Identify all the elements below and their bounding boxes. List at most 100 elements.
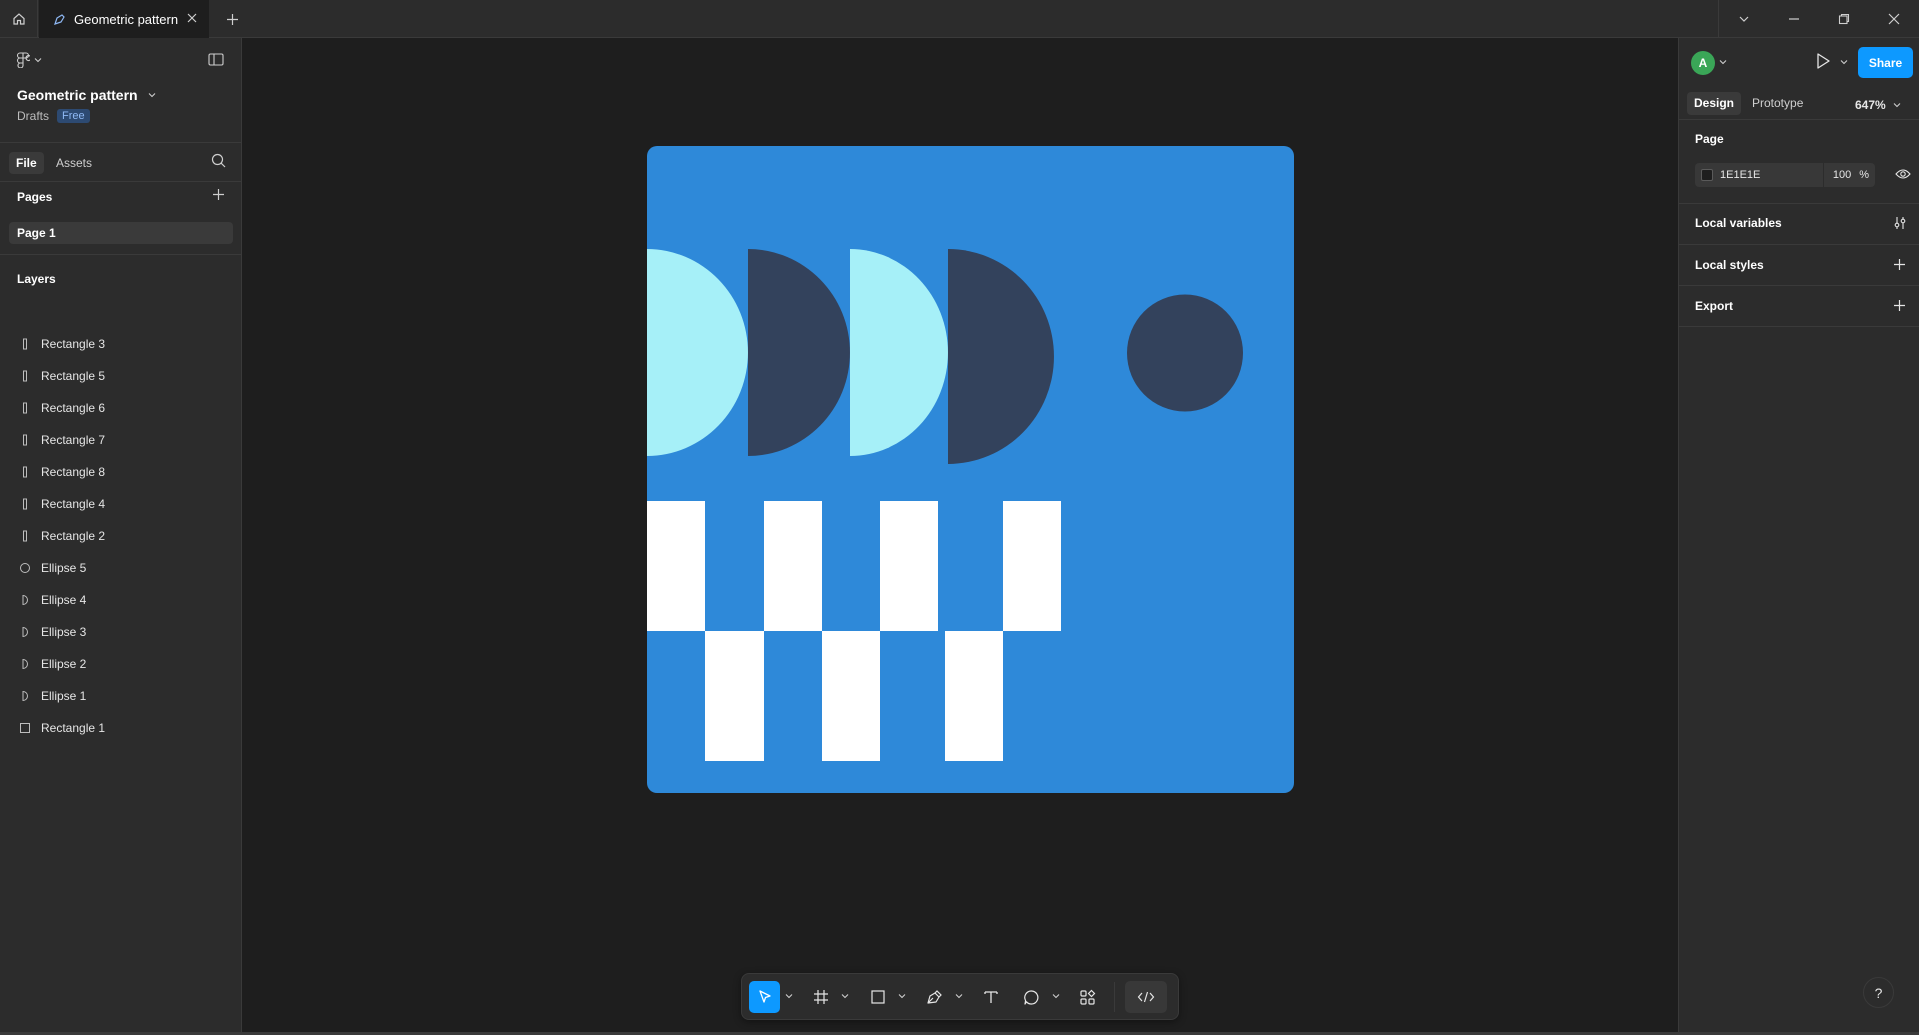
ellipse-5[interactable] <box>1127 294 1243 412</box>
plan-badge[interactable]: Free <box>57 109 90 123</box>
rectangle-6[interactable] <box>705 631 764 761</box>
rectangle-8[interactable] <box>945 631 1003 761</box>
chevron-down-icon[interactable] <box>955 992 963 1000</box>
sliders-icon <box>1894 217 1906 229</box>
pen-tool[interactable] <box>920 981 948 1013</box>
search-button[interactable] <box>211 153 226 171</box>
actions-tool[interactable] <box>1073 981 1101 1013</box>
layer-item[interactable]: Rectangle 5 <box>0 362 241 390</box>
layer-item[interactable]: Rectangle 3 <box>0 330 241 358</box>
right-tabs: Design Prototype 647% <box>1679 86 1919 120</box>
rectangle-5[interactable] <box>1003 501 1061 631</box>
rectangle-thin-icon <box>19 370 31 382</box>
text-t-icon <box>984 991 998 1003</box>
plus-icon <box>1894 259 1905 270</box>
minimize-button[interactable] <box>1769 0 1819 38</box>
restore-icon <box>1838 13 1850 25</box>
rectangle-thin-icon <box>19 402 31 414</box>
add-page-button[interactable] <box>212 188 225 204</box>
pen-nib-icon <box>926 990 942 1004</box>
chevron-down-icon[interactable] <box>785 992 793 1000</box>
rectangle-thin-icon <box>19 434 31 446</box>
chevron-down-icon[interactable] <box>898 992 906 1000</box>
layer-name: Rectangle 4 <box>41 497 106 511</box>
tabs-dropdown-button[interactable] <box>1719 0 1769 38</box>
rectangle-4[interactable] <box>880 501 938 631</box>
page-section-heading: Page <box>1695 132 1724 146</box>
pen-tool-icon <box>54 13 65 25</box>
avatar[interactable]: A <box>1691 51 1715 75</box>
cursor-arrow-icon <box>758 990 771 1003</box>
half-ellipse-icon <box>19 626 31 638</box>
layer-item[interactable]: Rectangle 6 <box>0 394 241 422</box>
ellipse-icon <box>19 562 31 574</box>
tab-assets[interactable]: Assets <box>49 152 99 174</box>
shape-tool[interactable] <box>864 981 892 1013</box>
comment-tool[interactable] <box>1017 981 1045 1013</box>
layer-item[interactable]: Rectangle 1 <box>0 714 241 742</box>
layer-item[interactable]: Ellipse 5 <box>0 554 241 582</box>
layer-item[interactable]: Rectangle 2 <box>0 522 241 550</box>
tab-file[interactable]: File <box>9 152 44 174</box>
layer-item[interactable]: Rectangle 7 <box>0 426 241 454</box>
opacity-value: 100 <box>1832 169 1852 181</box>
half-ellipse-icon <box>19 658 31 670</box>
zoom-level: 647% <box>1855 98 1886 112</box>
add-export-button[interactable] <box>1893 299 1906 315</box>
left-sidebar: Geometric pattern Drafts Free File Asset… <box>0 38 242 1032</box>
artboard-rectangle-1[interactable] <box>647 146 1294 793</box>
layer-item[interactable]: Ellipse 3 <box>0 618 241 646</box>
file-tab[interactable]: Geometric pattern <box>39 0 209 38</box>
add-local-style-button[interactable] <box>1893 258 1906 274</box>
background-color-field[interactable]: 1E1E1E <box>1695 163 1823 187</box>
layer-name: Ellipse 4 <box>41 593 87 607</box>
chevron-down-icon <box>34 58 42 63</box>
layer-item[interactable]: Ellipse 2 <box>0 650 241 678</box>
chevron-down-icon[interactable] <box>1052 992 1060 1000</box>
file-name-menu[interactable]: Geometric pattern <box>17 87 156 103</box>
plus-icon <box>226 13 238 25</box>
chevron-down-icon[interactable] <box>841 992 849 1000</box>
tab-title: Geometric pattern <box>74 11 179 27</box>
close-window-button[interactable] <box>1869 0 1919 38</box>
figma-logo-icon <box>16 52 30 68</box>
toggle-visibility-button[interactable] <box>1895 168 1911 183</box>
zoom-menu[interactable]: 647% <box>1855 98 1901 112</box>
help-button[interactable]: ? <box>1863 977 1894 1008</box>
present-button[interactable] <box>1815 52 1831 73</box>
layer-item[interactable]: Ellipse 1 <box>0 682 241 710</box>
dev-mode-toggle[interactable] <box>1125 981 1167 1013</box>
move-tool[interactable] <box>749 981 780 1013</box>
divider <box>1679 326 1919 327</box>
layer-item[interactable]: Rectangle 8 <box>0 458 241 486</box>
share-button[interactable]: Share <box>1858 47 1913 78</box>
export-heading: Export <box>1695 299 1734 313</box>
local-variables-button[interactable] <box>1893 216 1907 233</box>
layer-item[interactable]: Ellipse 4 <box>0 586 241 614</box>
frame-tool[interactable] <box>807 981 835 1013</box>
background-opacity-field[interactable]: 100 % <box>1823 163 1875 187</box>
close-tab-icon[interactable] <box>185 11 199 25</box>
text-tool[interactable] <box>977 981 1005 1013</box>
chevron-down-icon[interactable] <box>1840 58 1848 66</box>
chevron-down-icon[interactable] <box>1719 58 1727 66</box>
tab-design[interactable]: Design <box>1687 92 1742 115</box>
toggle-sidebar-button[interactable] <box>208 53 224 69</box>
home-button[interactable] <box>0 0 38 38</box>
sidebar-panel-icon <box>208 53 224 66</box>
tab-prototype[interactable]: Prototype <box>1745 92 1810 115</box>
new-tab-button[interactable] <box>222 9 242 29</box>
rectangle-3[interactable] <box>764 501 822 631</box>
play-icon <box>1817 53 1830 69</box>
color-swatch[interactable] <box>1701 169 1713 181</box>
file-location[interactable]: Drafts <box>17 109 49 123</box>
layer-item[interactable]: Rectangle 4 <box>0 490 241 518</box>
main-menu-button[interactable] <box>16 52 42 68</box>
window-controls <box>1718 0 1919 38</box>
rectangle-2[interactable] <box>647 501 705 631</box>
page-item-page-1[interactable]: Page 1 <box>9 222 233 244</box>
restore-button[interactable] <box>1819 0 1869 38</box>
canvas[interactable] <box>242 38 1678 1032</box>
rectangle-7[interactable] <box>822 631 880 761</box>
layer-name: Rectangle 1 <box>41 721 106 735</box>
